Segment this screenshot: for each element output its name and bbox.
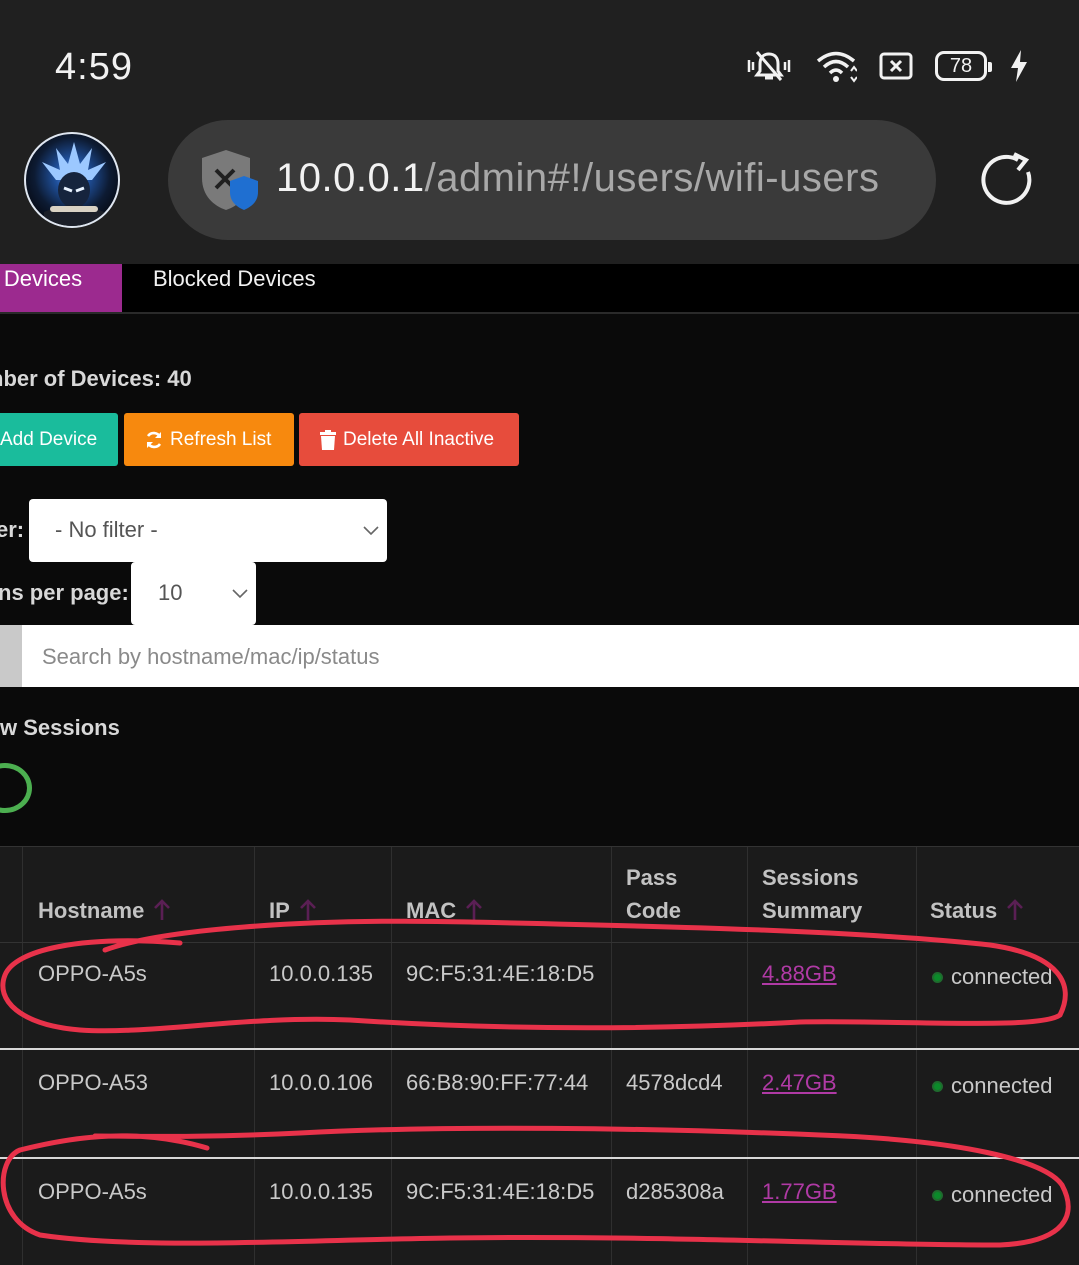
status-dot-icon: [932, 971, 943, 983]
avatar-character-image: [42, 142, 106, 226]
header-ip[interactable]: IP: [269, 894, 318, 927]
header-sessions-summary[interactable]: Sessions Summary: [762, 861, 862, 927]
browser-toolbar: 10.0.0.1/admin#!/users/wifi-users: [0, 120, 1079, 264]
wifi-icon: [816, 51, 857, 83]
row2-mac: 66:B8:90:FF:77:44: [406, 1070, 589, 1095]
devices-table: Hostname IP MAC Pass Code Sessions Summa…: [0, 846, 1079, 1265]
row2-pass-code: 4578dcd4: [626, 1070, 723, 1095]
row2-ip: 10.0.0.106: [269, 1070, 373, 1095]
row3-hostname: OPPO-A5s: [38, 1179, 147, 1204]
row1-hostname: OPPO-A5s: [38, 961, 147, 986]
charging-icon: [1011, 50, 1027, 82]
row-divider: [0, 942, 1079, 943]
tab-all-devices-label: ll Devices: [0, 266, 83, 291]
status-icons: 78: [745, 46, 1029, 86]
items-per-page-value: 10: [158, 580, 183, 605]
header-pass-code-line2: Code: [626, 898, 681, 923]
row2-hostname: OPPO-A53: [38, 1070, 149, 1095]
url-path: /admin#!/users/wifi-users: [424, 156, 880, 200]
security-shield-icon[interactable]: [198, 148, 260, 214]
row2-status-label: connected: [951, 1073, 1053, 1098]
header-hostname-label: Hostname: [38, 898, 145, 923]
status-dot-icon: [932, 1080, 943, 1092]
items-per-page-label: ns per page:: [0, 580, 129, 605]
column-divider: [22, 847, 23, 1265]
search-input[interactable]: Search by hostname/mac/ip/status: [22, 625, 1079, 687]
delete-all-inactive-label: Delete All Inactive: [343, 428, 495, 450]
show-sessions-label: w Sessions: [0, 715, 120, 740]
items-per-page-select[interactable]: 10: [131, 562, 256, 625]
row3-status: connected: [932, 1182, 1053, 1208]
header-pass-code-line1: Pass: [626, 865, 678, 890]
trash-icon: [320, 429, 336, 450]
filter-value: - No filter -: [55, 517, 158, 542]
row3-ip: 10.0.0.135: [269, 1179, 373, 1204]
show-sessions-toggle[interactable]: [0, 763, 32, 813]
column-divider: [254, 847, 255, 1265]
row3-mac: 9C:F5:31:4E:18:D5: [406, 1179, 595, 1204]
column-divider: [391, 847, 392, 1265]
vibrate-silent-icon: [747, 51, 791, 81]
row1-mac: 9C:F5:31:4E:18:D5: [406, 961, 595, 986]
header-mac-label: MAC: [406, 898, 457, 923]
row1-sessions-link[interactable]: 4.88GB: [762, 961, 837, 987]
column-divider: [747, 847, 748, 1265]
row1-status-label: connected: [951, 964, 1053, 989]
clock: 4:59: [55, 46, 133, 88]
device-count: nber of Devices: 40: [0, 366, 192, 391]
header-status[interactable]: Status: [930, 894, 1025, 927]
filter-label: er:: [0, 517, 25, 542]
sort-arrow-icon: [154, 899, 171, 920]
row2-sessions-link[interactable]: 2.47GB: [762, 1070, 837, 1096]
status-bar: 4:59 78: [0, 0, 1079, 120]
url-text[interactable]: 10.0.0.1/admin#!/users/wifi-users: [276, 156, 916, 201]
filter-select[interactable]: - No filter -: [29, 499, 387, 562]
row3-pass-code: d285308a: [626, 1179, 724, 1204]
row3-status-label: connected: [951, 1182, 1053, 1207]
add-device-button[interactable]: Add Device: [0, 413, 118, 466]
url-host: 10.0.0.1: [276, 156, 425, 200]
refresh-list-button[interactable]: Refresh List: [124, 413, 294, 466]
row2-status: connected: [932, 1073, 1053, 1099]
sort-arrow-icon: [466, 899, 483, 920]
row1-ip: 10.0.0.135: [269, 961, 373, 986]
header-ip-label: IP: [269, 898, 290, 923]
no-sim-icon: [879, 52, 913, 80]
address-bar[interactable]: 10.0.0.1/admin#!/users/wifi-users: [168, 120, 936, 240]
header-pass-code[interactable]: Pass Code: [626, 861, 681, 927]
column-divider: [611, 847, 612, 1265]
sort-arrow-icon: [299, 899, 316, 920]
header-sessions-line2: Summary: [762, 898, 863, 923]
column-divider: [916, 847, 917, 1265]
row-divider: [0, 1048, 1079, 1050]
battery-icon: 78: [935, 51, 992, 81]
header-mac[interactable]: MAC: [406, 894, 484, 927]
device-tabs: ll Devices Blocked Devices: [0, 264, 1079, 314]
row1-status: connected: [932, 964, 1053, 990]
status-dot-icon: [932, 1189, 943, 1201]
add-device-label: Add Device: [0, 428, 98, 450]
tab-blocked-devices[interactable]: Blocked Devices: [153, 266, 316, 292]
search-addon-button[interactable]: [0, 625, 22, 687]
reload-icon[interactable]: [978, 150, 1038, 210]
sort-arrow-icon: [1007, 899, 1024, 920]
refresh-icon: [146, 431, 162, 448]
row3-sessions-link[interactable]: 1.77GB: [762, 1179, 837, 1205]
header-status-label: Status: [930, 898, 998, 923]
header-hostname[interactable]: Hostname: [38, 894, 172, 927]
tab-all-devices[interactable]: ll Devices: [0, 264, 122, 312]
delete-all-inactive-button[interactable]: Delete All Inactive: [299, 413, 519, 466]
profile-avatar[interactable]: [24, 132, 120, 228]
chevron-down-icon: [232, 588, 248, 598]
refresh-list-label: Refresh List: [170, 428, 272, 450]
chevron-down-icon: [363, 525, 379, 535]
header-sessions-line1: Sessions: [762, 865, 859, 890]
row-divider: [0, 1157, 1079, 1159]
